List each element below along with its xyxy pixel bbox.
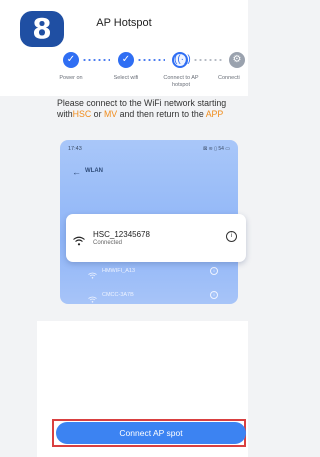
- wifi-icon: [88, 266, 97, 284]
- back-arrow-icon: ←: [72, 167, 81, 177]
- connect-ap-spot-button[interactable]: Connect AP spot: [56, 422, 246, 444]
- step-1-check-icon: ✓: [63, 52, 79, 68]
- wifi-icon: [88, 290, 97, 304]
- step-2-check-icon: ✓: [118, 52, 134, 68]
- network-status: Connected: [93, 240, 123, 246]
- info-icon: i: [210, 291, 218, 299]
- step-1-label: Power on: [59, 75, 83, 81]
- ssid-prefix-hsc: HSC: [72, 108, 92, 119]
- step-connector: [193, 59, 223, 61]
- step-3-hotspot-icon: ((·)): [172, 52, 191, 68]
- app-highlight: APP: [205, 108, 224, 119]
- step-connector: [137, 59, 165, 61]
- instruction-text: Please connect to the WiFi network start…: [57, 98, 227, 119]
- network-ssid: HSC_12345678: [93, 230, 150, 239]
- connected-network-card: HSC_12345678 Connected i: [66, 214, 246, 262]
- info-icon: i: [226, 231, 237, 242]
- info-icon: i: [210, 267, 218, 275]
- step-4-label: Connecti: [218, 75, 240, 81]
- step-2-label: Select wifi: [113, 75, 139, 81]
- page-title: AP Hotspot: [96, 17, 152, 29]
- network-ssid: HMWIFI_A13: [102, 268, 136, 274]
- step-connector: [82, 59, 110, 61]
- network-ssid: CMCC-3A7B: [102, 292, 134, 298]
- wlan-title: WLAN: [85, 168, 103, 174]
- wifi-icon: [73, 233, 85, 251]
- phone-status-icons: ⊠ ≋ ▯ 54 ▭: [203, 146, 230, 152]
- step-4-gear-icon: ⚙: [229, 52, 245, 68]
- phone-time: 17:43: [68, 146, 82, 152]
- step-3-label: Connect to AP hotspot: [163, 75, 199, 88]
- ssid-prefix-mv: MV: [103, 108, 118, 119]
